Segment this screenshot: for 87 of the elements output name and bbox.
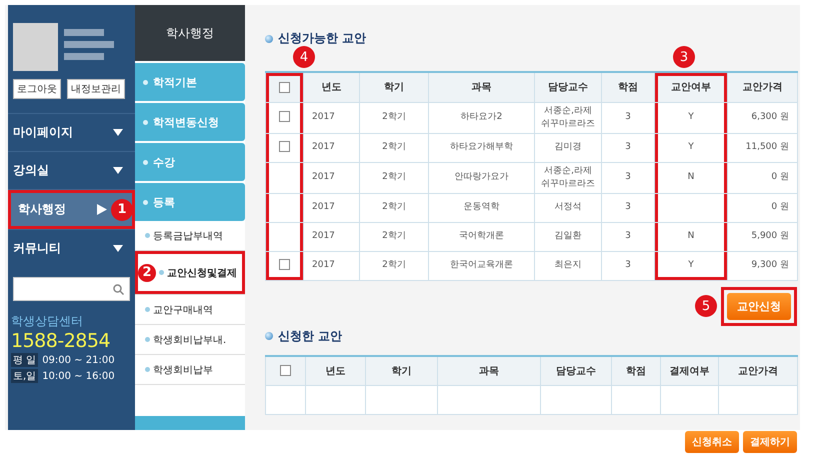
column-header: 학점 (602, 72, 654, 102)
table-cell: N (688, 231, 694, 242)
search-icon (113, 284, 124, 294)
hours-text: 10:00 ~ 16:00 (42, 370, 115, 382)
day-label: 평 일 (11, 353, 38, 367)
column-header: 학기 (360, 72, 428, 102)
step-number: 2 (138, 264, 156, 282)
table-cell: 서종순,라제 쉬꾸마르라즈 (541, 106, 595, 129)
step-number: 3 (673, 46, 695, 68)
table-cell: 2학기 (382, 142, 406, 152)
table-cell: 0 원 (771, 172, 789, 182)
table-cell: 서정석 (554, 202, 582, 212)
column-header: 교안여부 (654, 72, 728, 102)
table-cell: 2학기 (382, 112, 406, 122)
column-header: 교안가격 (718, 356, 798, 386)
table-cell: 3 (625, 202, 631, 212)
checkbox[interactable] (279, 111, 290, 122)
hours-text: 09:00 ~ 21:00 (42, 354, 115, 366)
table-cell: 김미경 (554, 142, 582, 152)
caret-down-icon (113, 167, 123, 174)
table-cell: 6,300 원 (751, 112, 789, 122)
column-header: 년도 (304, 72, 360, 102)
checkbox[interactable] (279, 82, 290, 93)
table-cell: 0 원 (771, 202, 789, 212)
table-cell: 11,500 원 (746, 142, 789, 152)
column-header: 학기 (366, 356, 438, 386)
table-cell: 김일환 (554, 231, 582, 242)
phone-number: 1588-2854 (10, 330, 112, 352)
table-cell: 2017 (312, 142, 335, 152)
column-header: 과목 (428, 72, 534, 102)
checkbox[interactable] (279, 259, 290, 270)
column-header: 년도 (306, 356, 366, 386)
column-header: 담당교수 (534, 72, 602, 102)
column-header: 학점 (612, 356, 660, 386)
bullet-icon (265, 34, 273, 42)
table-cell: 3 (625, 231, 631, 242)
column-header: 교안가격 (728, 72, 798, 102)
table-cell: 3 (625, 112, 631, 122)
step-number: 5 (695, 295, 717, 318)
search-field[interactable] (13, 277, 130, 301)
table-cell: Y (688, 142, 694, 152)
checkbox[interactable] (280, 365, 291, 376)
avatar-placeholder (13, 23, 58, 71)
account-button[interactable]: 로그아웃 (13, 79, 61, 99)
table-cell: 2학기 (382, 202, 406, 212)
table-cell: 2학기 (382, 231, 406, 242)
section-title: 신청한 교안 (278, 328, 342, 345)
table-cell: 2017 (312, 202, 335, 212)
table-cell: Y (688, 112, 694, 122)
table-cell: 한국어교육개론 (450, 260, 513, 270)
submenu-item[interactable]: 2 교안신청및결제 (135, 251, 245, 295)
caret-right-icon (97, 204, 107, 215)
day-label: 토,일 (11, 369, 38, 383)
table-cell: Y (688, 260, 694, 270)
table-cell: 2017 (312, 112, 335, 122)
submenu-title: 학사행정 (135, 5, 245, 61)
bullet-icon (265, 332, 273, 340)
table-cell: 3 (625, 142, 631, 152)
column-header: 결제여부 (660, 356, 718, 386)
table-cell: 서종순,라제 쉬꾸마르라즈 (541, 166, 595, 189)
table-cell: 국어학개론 (459, 231, 504, 242)
table-cell: 2017 (312, 172, 335, 182)
help-center-title: 학생상담센터 (10, 313, 84, 330)
checkbox[interactable] (279, 141, 290, 152)
caret-down-icon (113, 129, 123, 136)
caret-down-icon (113, 245, 123, 252)
account-button[interactable]: 내정보관리 (67, 79, 125, 99)
column-header: 담당교수 (540, 356, 612, 386)
table-cell: 2학기 (382, 260, 406, 270)
table-cell: 하타요가2 (460, 112, 502, 122)
section-title: 신청가능한 교안 (278, 30, 366, 47)
step-number: 4 (293, 46, 315, 68)
table-cell: 운동역학 (464, 202, 500, 212)
table-cell: 2017 (312, 231, 335, 242)
table-cell: 3 (625, 172, 631, 182)
column-header: 과목 (438, 356, 540, 386)
table-cell: 안따랑가요가 (454, 172, 508, 182)
table-cell: 최은지 (554, 260, 582, 270)
table-cell: 5,900 원 (751, 231, 789, 242)
menu-item[interactable]: 학사행정 1 (8, 189, 135, 229)
table-cell: 2학기 (382, 172, 406, 182)
table-cell: 하타요가해부학 (450, 142, 513, 152)
table-cell: 2017 (312, 260, 335, 270)
table-cell: N (688, 172, 694, 182)
table-cell: 9,300 원 (751, 260, 789, 270)
table-cell: 3 (625, 260, 631, 270)
step-number: 1 (111, 198, 133, 220)
